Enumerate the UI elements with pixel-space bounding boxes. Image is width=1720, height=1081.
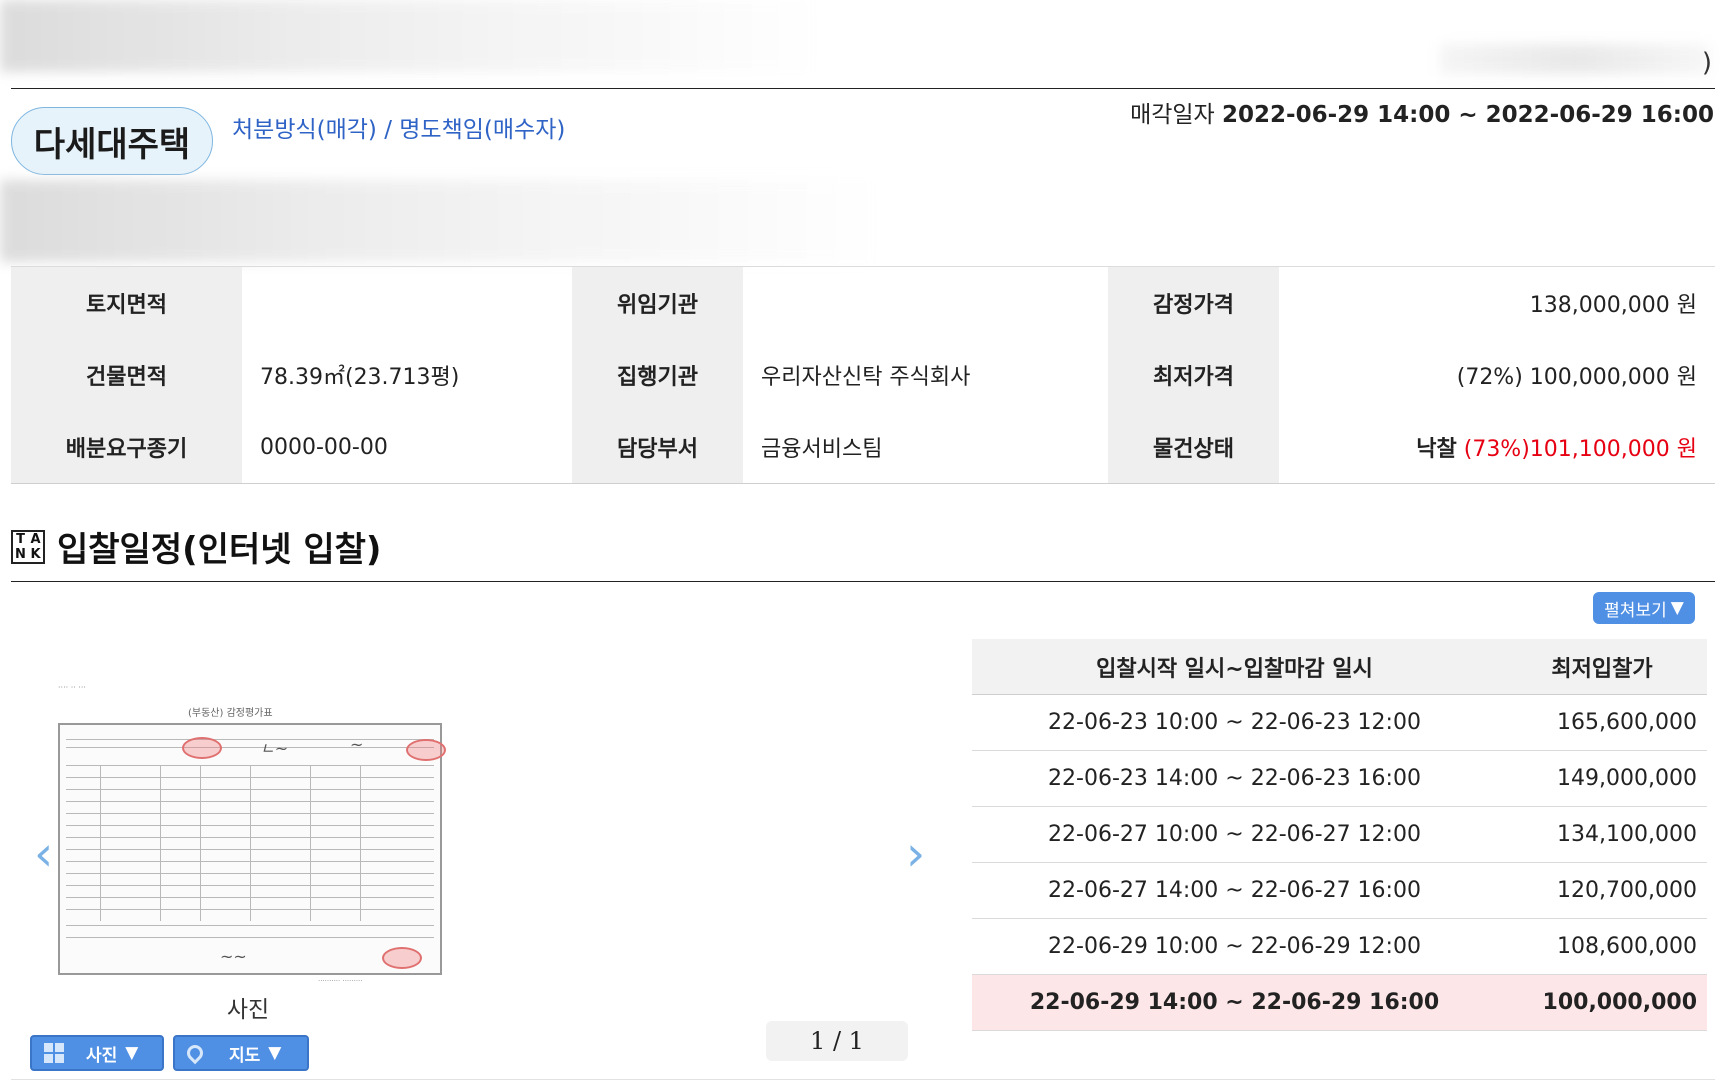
signature-mark: ~~ <box>220 947 247 966</box>
tank-logo-icon: T A N K <box>11 529 45 564</box>
min-price-value: (72%) 100,000,000 원 <box>1456 365 1697 390</box>
signature-mark: ~ <box>350 735 364 754</box>
bid-min-price: 100,000,000 <box>1497 974 1707 1031</box>
bid-min-price: 120,700,000 <box>1497 862 1707 919</box>
building-area-label: 건물면적 <box>11 339 242 411</box>
triangle-down-icon: ▼ <box>125 1043 139 1063</box>
triangle-down-icon: ▼ <box>1670 598 1684 618</box>
disposal-method-link[interactable]: 처분방식(매각) / 명도책임(매수자) <box>232 110 565 144</box>
executor-label: 집행기관 <box>572 339 743 411</box>
tank-letter: T <box>16 531 25 547</box>
chevron-right-icon[interactable]: › <box>906 826 925 882</box>
dividend-deadline-value: 0000-00-00 <box>260 434 388 460</box>
schedule-title-text: 입찰일정(인터넷 입찰) <box>57 530 382 570</box>
grid-icon <box>44 1043 64 1063</box>
top-divider <box>11 88 1715 89</box>
status-prefix: 낙찰 <box>1416 437 1457 462</box>
triangle-down-icon: ▼ <box>268 1043 282 1063</box>
bid-schedule-table: 입찰시작 일시~입찰마감 일시 최저입찰가 22-06-23 10:00 ~ 2… <box>972 639 1707 1031</box>
dividend-deadline-label: 배분요구종기 <box>11 411 242 483</box>
bid-min-price: 149,000,000 <box>1497 750 1707 807</box>
consigner-label: 위임기관 <box>572 267 743 339</box>
table-row: 22-06-23 10:00 ~ 22-06-23 12:00 165,600,… <box>972 694 1707 751</box>
bid-range: 22-06-23 10:00 ~ 22-06-23 12:00 <box>972 694 1497 751</box>
appraisal-value: 138,000,000 원 <box>1529 293 1697 318</box>
seal-stamp-icon <box>182 737 222 759</box>
building-area-value: 78.39㎡(23.713평) <box>260 365 460 390</box>
bid-range: 22-06-29 10:00 ~ 22-06-29 12:00 <box>972 918 1497 975</box>
bid-range: 22-06-29 14:00 ~ 22-06-29 16:00 <box>972 974 1497 1031</box>
column-header-price: 최저입찰가 <box>1497 639 1707 695</box>
bid-min-price: 165,600,000 <box>1497 694 1707 751</box>
bid-range: 22-06-23 14:00 ~ 22-06-23 16:00 <box>972 750 1497 807</box>
info-row: 배분요구종기 0000-00-00 담당부서 금융서비스팀 물건상태 낙찰 (7… <box>11 411 1715 483</box>
property-info-table: 토지면적 위임기관 감정가격 138,000,000 원 건물면적 78.39㎡… <box>11 267 1715 483</box>
doc-footer-text: ·········· ········· <box>318 977 363 985</box>
bid-min-price: 108,600,000 <box>1497 918 1707 975</box>
info-row: 건물면적 78.39㎡(23.713평) 집행기관 우리자산신탁 주식회사 최저… <box>11 339 1715 411</box>
sale-date: 매각일자 2022-06-29 14:00 ~ 2022-06-29 16:00 <box>1130 95 1714 129</box>
signature-mark: ㄴ~ <box>260 739 289 758</box>
redacted-case-number <box>1440 44 1710 74</box>
property-type-badge: 다세대주택 <box>11 107 213 175</box>
land-area-value <box>242 267 572 339</box>
map-pin-icon <box>183 1041 207 1065</box>
seal-stamp-icon <box>406 739 446 761</box>
sale-date-value: 2022-06-29 14:00 ~ 2022-06-29 16:00 <box>1222 102 1714 128</box>
map-button-label: 지도 <box>229 1045 261 1066</box>
appraisal-label: 감정가격 <box>1108 267 1279 339</box>
section-divider <box>11 581 1715 582</box>
photo-gallery[interactable]: ···· ·· ··· (부동산) 감정평가표 ㄴ~ ~ ~~ ········… <box>58 683 446 985</box>
gallery-pager: 1 / 1 <box>766 1021 908 1061</box>
redacted-title <box>0 0 820 72</box>
case-number-paren: ) <box>1701 48 1712 78</box>
expand-button[interactable]: 펼쳐보기 ▼ <box>1593 592 1695 624</box>
chevron-left-icon[interactable]: ‹ <box>34 826 53 882</box>
bid-min-price: 134,100,000 <box>1497 806 1707 863</box>
min-price-label: 최저가격 <box>1108 339 1279 411</box>
tank-letter: K <box>30 546 41 562</box>
map-button[interactable]: 지도 ▼ <box>173 1035 309 1071</box>
redacted-address <box>0 180 880 262</box>
expand-button-label: 펼쳐보기 <box>1604 600 1667 621</box>
photo-caption: 사진 <box>226 997 270 1023</box>
bid-range: 22-06-27 10:00 ~ 22-06-27 12:00 <box>972 806 1497 863</box>
tank-letter: A <box>30 531 41 547</box>
executor-value: 우리자산신탁 주식회사 <box>761 365 971 390</box>
table-row: 22-06-29 10:00 ~ 22-06-29 12:00 108,600,… <box>972 918 1707 975</box>
status-cell: 낙찰 (73%)101,100,000 원 <box>1279 411 1715 483</box>
status-value: (73%)101,100,000 원 <box>1463 437 1697 462</box>
table-row: 22-06-27 14:00 ~ 22-06-27 16:00 120,700,… <box>972 862 1707 919</box>
appraisal-document-title: (부동산) 감정평가표 <box>188 708 273 719</box>
bottom-divider <box>11 1079 1715 1080</box>
land-area-label: 토지면적 <box>11 267 242 339</box>
table-row: 22-06-27 10:00 ~ 22-06-27 12:00 134,100,… <box>972 806 1707 863</box>
photo-button[interactable]: 사진 ▼ <box>30 1035 164 1071</box>
tank-letter: N <box>15 546 26 562</box>
consigner-value <box>743 267 1108 339</box>
column-header-range: 입찰시작 일시~입찰마감 일시 <box>972 639 1497 695</box>
table-row: 22-06-23 14:00 ~ 22-06-23 16:00 149,000,… <box>972 750 1707 807</box>
sale-date-label: 매각일자 <box>1130 102 1215 128</box>
photo-button-label: 사진 <box>86 1045 118 1066</box>
doc-header-text: ···· ·· ··· <box>58 683 86 692</box>
info-row: 토지면적 위임기관 감정가격 138,000,000 원 <box>11 267 1715 339</box>
table-row-current: 22-06-29 14:00 ~ 22-06-29 16:00 100,000,… <box>972 974 1707 1031</box>
bid-range: 22-06-27 14:00 ~ 22-06-27 16:00 <box>972 862 1497 919</box>
appraisal-document-image: ㄴ~ ~ ~~ <box>58 723 446 975</box>
info-table-bottom-border <box>11 483 1715 484</box>
schedule-section-title: T A N K 입찰일정(인터넷 입찰) <box>11 522 381 571</box>
status-label: 물건상태 <box>1108 411 1279 483</box>
department-label: 담당부서 <box>572 411 743 483</box>
seal-stamp-icon <box>382 947 422 969</box>
department-value: 금융서비스팀 <box>761 437 883 462</box>
table-header-row: 입찰시작 일시~입찰마감 일시 최저입찰가 <box>972 639 1707 695</box>
